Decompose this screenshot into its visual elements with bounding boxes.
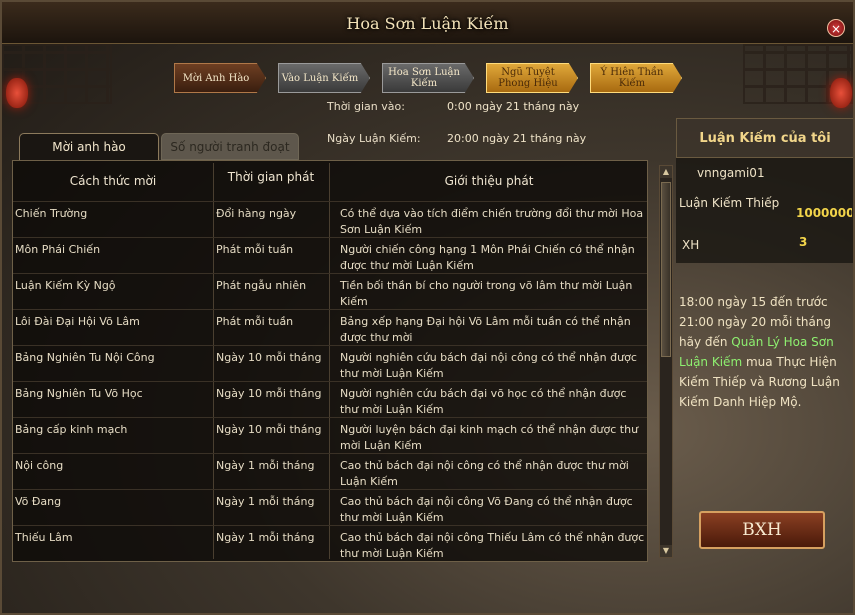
ticket-value: 1000000 [796, 206, 852, 220]
my-luan-kiem-panel: vnngami01 Luận Kiếm Thiếp 1000000 XH 3 [676, 158, 853, 263]
ranking-button[interactable]: BXH [699, 511, 825, 549]
ticket-label: Luận Kiếm Thiếp [679, 196, 780, 210]
table-row: Luận Kiếm Kỳ Ngộ Phát ngẫu nhiên Tiền bối … [13, 273, 647, 309]
tab-vao-luan-kiem[interactable]: Vào Luận Kiếm [278, 63, 370, 93]
cell-time: Ngày 1 mỗi tháng [216, 495, 315, 508]
column-header-desc: Giới thiệu phát [444, 174, 534, 188]
tab-hoa-son-luan-kiem[interactable]: Hoa Sơn Luận Kiếm [382, 63, 474, 93]
time-in-label: Thời gian vào: [327, 100, 405, 113]
cell-desc: Cao thủ bách đại nội công Thiếu Lâm có t… [340, 531, 645, 560]
cell-method: Bảng cấp kinh mạch [15, 423, 128, 436]
cell-method: Nội công [15, 459, 64, 472]
table-row: Bảng Nghiên Tu Nội Công Ngày 10 mỗi tháng… [13, 345, 647, 381]
cell-time: Ngày 10 mỗi tháng [216, 351, 322, 364]
table-row: Chiến Trường Đổi hàng ngày Có thể dựa vào … [13, 201, 647, 237]
cell-time: Ngày 1 mỗi tháng [216, 531, 315, 544]
cell-desc: Bảng xếp hạng Đại hội Võ Lâm mỗi tuần có… [340, 315, 631, 344]
cell-time: Ngày 1 mỗi tháng [216, 459, 315, 472]
rank-label: XH [682, 238, 700, 252]
username: vnngami01 [697, 166, 765, 180]
tab-so-nguoi-tranh-doat[interactable]: Số người tranh đoạt [161, 133, 299, 160]
cell-desc: Cao thủ bách đại nội công có thể nhận đư… [340, 459, 629, 488]
cell-method: Lôi Đài Đại Hội Võ Lâm [15, 315, 140, 328]
cell-desc: Người nghiên cứu bách đại nội công có th… [340, 351, 637, 380]
lantern-icon [830, 78, 852, 108]
cell-desc: Người nghiên cứu bách đại võ học có thể … [340, 387, 627, 416]
lantern-icon [6, 78, 28, 108]
cell-method: Bảng Nghiên Tu Nội Công [15, 351, 155, 364]
table-row: Môn Phái Chiến Phát mỗi tuần Người chiến c… [13, 237, 647, 273]
window-title: Hoa Sơn Luận Kiếm [346, 14, 509, 33]
cell-method: Bảng Nghiên Tu Võ Học [15, 387, 143, 400]
tab-moi-anh-hao[interactable]: Mời Anh Hào [174, 63, 266, 93]
tab-ngu-tuyet-phong-hieu[interactable]: Ngũ Tuyệt Phong Hiệu [486, 63, 578, 93]
column-header-time: Thời gian phát [227, 170, 315, 184]
scroll-thumb[interactable] [661, 182, 671, 357]
title-bar: Hoa Sơn Luận Kiếm × [2, 2, 853, 44]
cell-time: Ngày 10 mỗi tháng [216, 423, 322, 436]
cell-time: Phát mỗi tuần [216, 315, 294, 328]
cell-time: Đổi hàng ngày [216, 207, 297, 220]
cell-desc: Tiền bối thần bí cho người trong võ lâm … [340, 279, 633, 308]
table-row: Nội công Ngày 1 mỗi tháng Cao thủ bách đại… [13, 453, 647, 489]
rank-value: 3 [799, 235, 808, 249]
ticket-info-text: 18:00 ngày 15 đến trước 21:00 ngày 20 mỗ… [679, 292, 849, 412]
day-label: Ngày Luận Kiếm: [327, 132, 421, 145]
cell-time: Ngày 10 mỗi tháng [216, 387, 322, 400]
day-value: 20:00 ngày 21 tháng này [447, 132, 587, 145]
table-row: Bảng cấp kinh mạch Ngày 10 mỗi tháng Người… [13, 417, 647, 453]
tab-y-hien-than-kiem[interactable]: Ý Hiên Thần Kiếm [590, 63, 682, 93]
column-header-method: Cách thức mời [69, 174, 157, 188]
tab-moi-anh-hao-list[interactable]: Mời anh hào [19, 133, 159, 160]
close-button[interactable]: × [827, 19, 845, 37]
game-window: Hoa Sơn Luận Kiếm × Mời Anh Hào Vào Luận… [0, 0, 855, 615]
cell-desc: Người chiến công hạng 1 Môn Phái Chiến c… [340, 243, 635, 272]
cell-time: Phát mỗi tuần [216, 243, 294, 256]
table-row: Võ Đang Ngày 1 mỗi tháng Cao thủ bách đại … [13, 489, 647, 525]
table-row: Bảng Nghiên Tu Võ Học Ngày 10 mỗi tháng Ng… [13, 381, 647, 417]
cell-method: Luận Kiếm Kỳ Ngộ [15, 279, 116, 292]
cell-desc: Người luyện bách đại kinh mạch có thể nh… [340, 423, 639, 452]
cell-desc: Cao thủ bách đại nội công Võ Đang có thể… [340, 495, 633, 524]
table-header: Cách thức mời Thời gian phát Giới thiệu … [13, 161, 647, 201]
cell-method: Chiến Trường [15, 207, 88, 220]
time-in-value: 0:00 ngày 21 tháng này [447, 100, 580, 113]
scroll-down-icon[interactable]: ▼ [660, 545, 672, 557]
table-row: Lôi Đài Đại Hội Võ Lâm Phát mỗi tuần Bảng … [13, 309, 647, 345]
scroll-up-icon[interactable]: ▲ [660, 166, 672, 178]
table-row: Thiếu Lâm Ngày 1 mỗi tháng Cao thủ bách đạ… [13, 525, 647, 561]
invite-table: Cách thức mời Thời gian phát Giới thiệu … [12, 160, 648, 562]
my-luan-kiem-heading: Luận Kiếm của tôi [676, 118, 853, 158]
cell-method: Môn Phái Chiến [15, 243, 101, 256]
cell-time: Phát ngẫu nhiên [216, 279, 307, 292]
cell-desc: Có thể dựa vào tích điểm chiến trường đổ… [340, 207, 644, 236]
table-scrollbar[interactable]: ▲ ▼ [659, 165, 673, 558]
cell-method: Thiếu Lâm [15, 531, 73, 544]
cell-method: Võ Đang [15, 495, 62, 508]
